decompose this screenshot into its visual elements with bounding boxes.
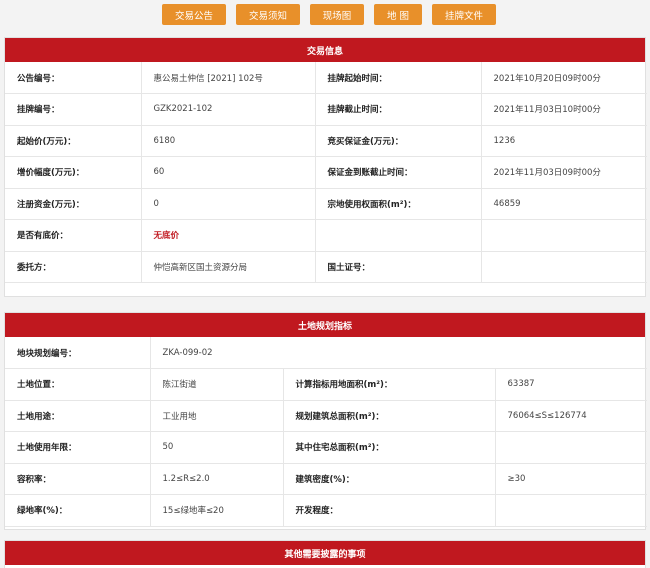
cell-value: 0 bbox=[141, 188, 316, 220]
table-row: 挂牌编号： GZK2021-102 挂牌截止时间： 2021年11月03日10时… bbox=[5, 93, 647, 126]
cell-value: 陈江街道 bbox=[150, 368, 284, 401]
trade-info-table: 公告编号： 惠公易土仲信 [2021] 102号 挂牌起始时间： 2021年10… bbox=[5, 62, 647, 283]
cell-label: 其中住宅总面积(m²)： bbox=[283, 431, 496, 464]
tab-bar: 交易公告 交易须知 现场图 地 图 挂牌文件 bbox=[0, 0, 650, 30]
tab-map[interactable]: 地 图 bbox=[374, 4, 422, 25]
cell-label: 委托方： bbox=[5, 251, 142, 283]
table-row: 土地位置： 陈江街道 计算指标用地面积(m²)： 63387 bbox=[5, 368, 648, 401]
cell-label: 土地位置： bbox=[5, 368, 151, 401]
table-row: 容积率： 1.2≤R≤2.0 建筑密度(%)： ≥30 bbox=[5, 463, 648, 495]
other-disclosure-panel: 其他需要披露的事项 bbox=[4, 540, 646, 568]
cell-value: 6180 bbox=[141, 125, 316, 157]
table-row: 起始价(万元)： 6180 竞买保证金(万元)： 1236 bbox=[5, 125, 647, 157]
cell-label: 计算指标用地面积(m²)： bbox=[283, 368, 496, 401]
cell-label: 开发程度： bbox=[283, 494, 496, 527]
table-row: 注册资金(万元)： 0 宗地使用权面积(m²)： 46859 bbox=[5, 188, 647, 220]
cell-label: 增价幅度(万元)： bbox=[5, 156, 142, 189]
land-planning-title: 土地规划指标 bbox=[5, 313, 645, 337]
cell-label: 土地用途： bbox=[5, 400, 151, 432]
tab-site-photos[interactable]: 现场图 bbox=[310, 4, 364, 25]
cell-label: 保证金到账截止时间： bbox=[315, 156, 482, 189]
cell-value: GZK2021-102 bbox=[141, 93, 316, 126]
cell-label: 规划建筑总面积(m²)： bbox=[283, 400, 496, 432]
trade-info-title: 交易信息 bbox=[5, 38, 645, 62]
cell-value: 2021年10月20日09时00分 bbox=[481, 62, 647, 94]
cell-value bbox=[495, 494, 648, 527]
cell-value: 60 bbox=[141, 156, 316, 189]
tab-announcement[interactable]: 交易公告 bbox=[162, 4, 226, 25]
tab-listing-files[interactable]: 挂牌文件 bbox=[432, 4, 496, 25]
cell-label: 挂牌截止时间： bbox=[315, 93, 482, 126]
cell-label: 挂牌起始时间： bbox=[315, 62, 482, 94]
cell-value: 1236 bbox=[481, 125, 647, 157]
cell-label: 挂牌编号： bbox=[5, 93, 142, 126]
cell-value: 1.2≤R≤2.0 bbox=[150, 463, 284, 495]
cell-value bbox=[481, 251, 647, 283]
cell-value: 2021年11月03日10时00分 bbox=[481, 93, 647, 126]
cell-label: 绿地率(%)： bbox=[5, 494, 151, 527]
plot-number: ZKA-099-02 bbox=[150, 337, 648, 369]
cell-value: 46859 bbox=[481, 188, 647, 220]
cell-value: 63387 bbox=[495, 368, 648, 401]
trade-info-panel: 交易信息 公告编号： 惠公易土仲信 [2021] 102号 挂牌起始时间： 20… bbox=[4, 37, 647, 297]
cell-value: ≥30 bbox=[495, 463, 648, 495]
reserve-price-status: 无底价 bbox=[141, 219, 316, 252]
table-row: 公告编号： 惠公易土仲信 [2021] 102号 挂牌起始时间： 2021年10… bbox=[5, 62, 647, 94]
cell-value: 15≤绿地率≤20 bbox=[150, 494, 284, 527]
table-row: 土地使用年限： 50 其中住宅总面积(m²)： bbox=[5, 431, 648, 464]
cell-label: 起始价(万元)： bbox=[5, 125, 142, 157]
cell-value: 76064≤S≤126774 bbox=[495, 400, 648, 432]
land-planning-table: 地块规划编号： ZKA-099-02 土地位置： 陈江街道 计算指标用地面积(m… bbox=[5, 337, 648, 527]
table-row: 增价幅度(万元)： 60 保证金到账截止时间： 2021年11月03日09时00… bbox=[5, 156, 647, 189]
table-row: 绿地率(%)： 15≤绿地率≤20 开发程度： bbox=[5, 494, 648, 527]
other-disclosure-title: 其他需要披露的事项 bbox=[5, 541, 645, 565]
cell-label: 容积率： bbox=[5, 463, 151, 495]
cell-value: 惠公易土仲信 [2021] 102号 bbox=[141, 62, 316, 94]
cell-label: 公告编号： bbox=[5, 62, 142, 94]
land-planning-panel: 土地规划指标 地块规划编号： ZKA-099-02 土地位置： 陈江街道 计算指… bbox=[4, 312, 648, 530]
cell-value: 工业用地 bbox=[150, 400, 284, 432]
table-row: 委托方： 仲恺高新区国土资源分局 国土证号： bbox=[5, 251, 647, 283]
cell-value bbox=[495, 431, 648, 464]
cell-value: 50 bbox=[150, 431, 284, 464]
cell-label: 土地使用年限： bbox=[5, 431, 151, 464]
table-row: 是否有底价： 无底价 bbox=[5, 219, 647, 252]
cell-label: 宗地使用权面积(m²)： bbox=[315, 188, 482, 220]
cell-label: 地块规划编号： bbox=[5, 337, 151, 369]
table-row: 地块规划编号： ZKA-099-02 bbox=[5, 337, 648, 369]
cell-value bbox=[481, 219, 647, 252]
table-row: 土地用途： 工业用地 规划建筑总面积(m²)： 76064≤S≤126774 bbox=[5, 400, 648, 432]
cell-label: 建筑密度(%)： bbox=[283, 463, 496, 495]
cell-label: 国土证号： bbox=[315, 251, 482, 283]
cell-value: 仲恺高新区国土资源分局 bbox=[141, 251, 316, 283]
cell-label: 注册资金(万元)： bbox=[5, 188, 142, 220]
cell-value: 2021年11月03日09时00分 bbox=[481, 156, 647, 189]
cell-label bbox=[315, 219, 482, 252]
cell-label: 是否有底价： bbox=[5, 219, 142, 252]
cell-label: 竞买保证金(万元)： bbox=[315, 125, 482, 157]
tab-trade-notice[interactable]: 交易须知 bbox=[236, 4, 300, 25]
